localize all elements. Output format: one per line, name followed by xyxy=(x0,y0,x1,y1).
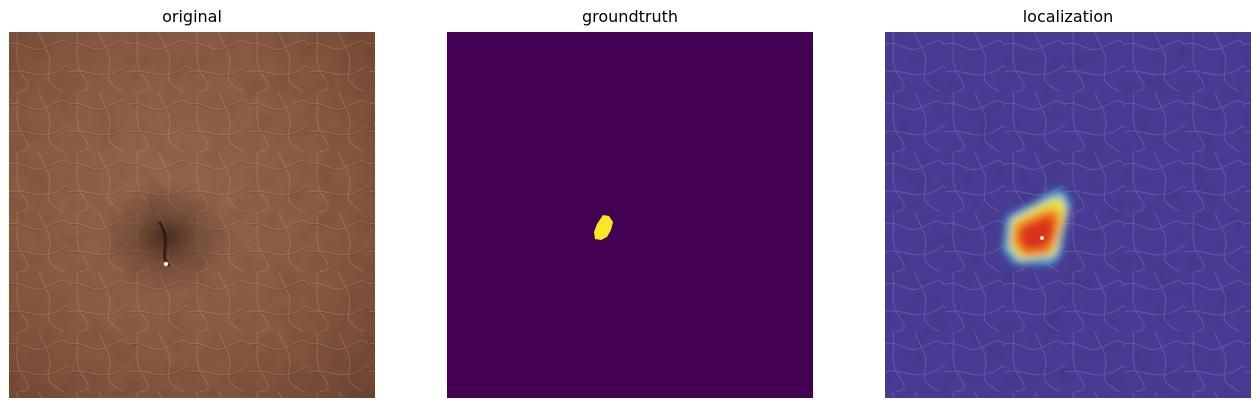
panel-original: original xyxy=(9,0,375,407)
panel-title-localization: localization xyxy=(1022,7,1114,26)
panel-groundtruth: groundtruth xyxy=(447,0,813,407)
panel-title-original: original xyxy=(162,7,222,26)
groundtruth-mask-image xyxy=(447,32,813,398)
original-leather-image xyxy=(9,32,375,398)
panel-localization: localization xyxy=(885,0,1251,407)
panel-title-groundtruth: groundtruth xyxy=(581,7,678,26)
mask-background xyxy=(447,32,813,398)
localization-heatmap-image xyxy=(885,32,1251,398)
